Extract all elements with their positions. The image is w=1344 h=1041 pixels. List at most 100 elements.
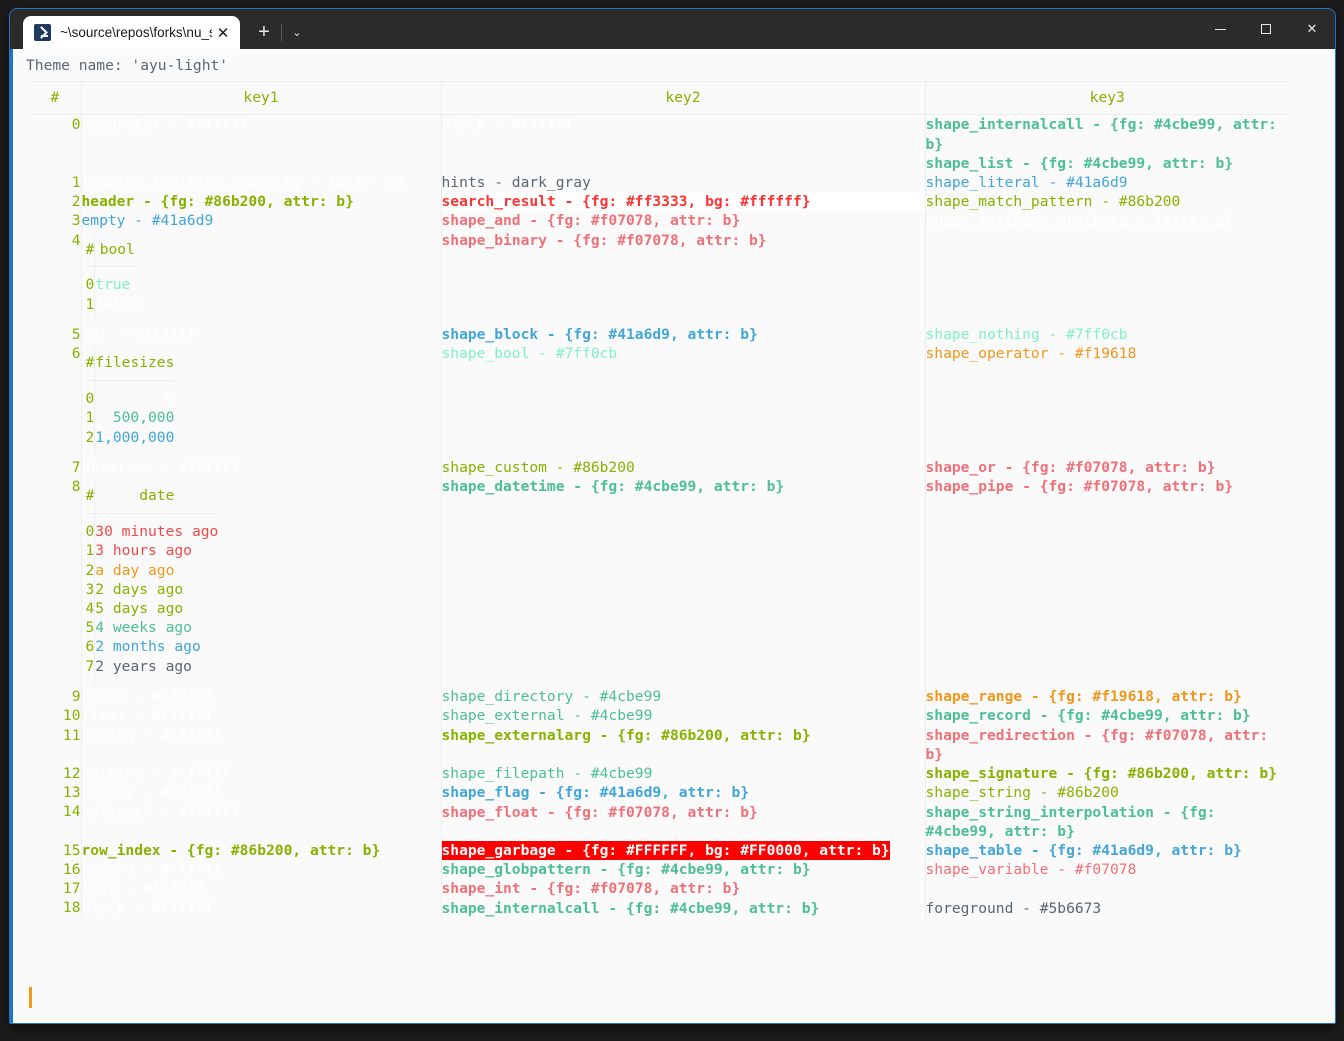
column-header-index: # [29,81,82,116]
nested-row-index: 2 [85,560,96,580]
row-index: 5 [71,326,81,344]
theme-entry: shape_nothing - #7ff0cb [925,326,1128,344]
terminal-tab[interactable]: ~\source\repos\forks\nu_scrip ✕ [23,16,240,49]
row-index: 0 [71,116,81,134]
cell-k3: shape_table - {fg: #41a6d9, attr: b} shap… [925,841,1289,918]
row-index-cell: 9 10 11 [29,687,82,765]
nested-row-value: 2 years ago [95,657,192,675]
nested-row: 2 1,000,000 [85,427,174,447]
minimize-button[interactable] [1197,9,1243,49]
theme-entry: shape_globpattern - {fg: #4cbe99, attr: … [441,861,811,879]
table-row: 7 8 duration - #ffffff # date 0 30 minutes ago… [29,458,1289,688]
nested-table-date: # date 0 30 minutes ago 1 3 hours ago 2 a day a… [84,479,220,686]
column-header-key2: key2 [441,81,926,116]
row-index-cell: 0 [29,114,82,174]
theme-entry: shape_table - {fg: #41a6d9, attr: b} [925,841,1242,859]
theme-entry: block - #ffffff [81,899,214,917]
theme-entry: shape_literal - #41a6d9 [925,174,1128,192]
row-index: 17 [62,880,81,898]
cell-k2: shape_block - {fg: #41a6d9, attr: b} shap… [441,325,926,459]
nested-row-value: 3 hours ago [95,542,192,560]
nested-table-filesizes: # filesizes 0 0 1 500,000 2 1,000,000 [84,346,176,457]
cell-k1: nothing - #ffffff binary - #ffffff cellpat… [81,764,442,841]
close-tab-icon[interactable]: ✕ [212,22,234,44]
nested-row-value: 30 minutes ago [95,523,219,541]
table-row: 9 10 11 range - #ffffff float - #ffffff strin… [29,687,1289,765]
cell-k3: shape_internalcall - {fg: #4cbe99, attr:… [925,115,1289,173]
nested-column-header: # [85,347,96,381]
nested-row-index: 0 [85,275,96,295]
nested-row-value: 5 days ago [95,599,184,617]
theme-entry: shape_filepath - #4cbe99 [441,765,653,783]
new-tab-button[interactable]: + [249,16,279,49]
theme-entry: #4cbe99, attr: b} [925,822,1075,840]
theme-entry: shape_bool - #7ff0cb [441,345,618,363]
theme-entry: record - #ffffff [81,861,223,879]
nested-row: 13 hours ago [85,541,218,561]
theme-entry: shape_int - {fg: #f07078, attr: b} [441,880,741,898]
row-index: 8 [71,478,81,496]
row-index: 15 [62,841,81,859]
cell-k3: shape_literal - #41a6d9 shape_match_patte… [925,173,1289,325]
cell-k3: shape_nothing - #7ff0cb shape_operator - … [925,325,1289,458]
row-index: 4 [71,231,81,249]
terminal-body[interactable]: Theme name: 'ayu-light' # key1 key2 key3… [10,49,1335,1023]
nested-header-row: # date [85,480,219,514]
table-header-row: # key1 key2 key3 [29,81,1289,116]
cell-k1: leading_trailing_space_bg - {attr: n} hea… [81,173,442,326]
nested-row: 0 30 minutes ago [85,522,219,542]
table-row: 1 2 3 4 leading_trailing_space_bg - {attr: n… [29,173,1289,326]
cell-k1: int - #ffffff # filesizes 0 0 1 500,000 2 1,000,… [81,325,442,459]
nested-row-index: 7 [85,656,96,676]
theme-entry: shape_directory - #4cbe99 [441,688,662,706]
cell-k2: shape_custom - #86b200 shape_datetime - {… [441,458,926,688]
theme-entry: shape_match_pattern - #86b200 [925,193,1181,211]
theme-entry: shape_signature - {fg: #86b200, attr: b} [925,765,1277,783]
theme-entry: shape_flag - {fg: #41a6d9, attr: b} [441,784,750,802]
theme-entry: shape_variable - #f07078 [925,861,1137,879]
theme-entry: shape_internalcall - {fg: #4cbe99, attr:… [441,899,820,917]
theme-entry: shape_internalcall - {fg: #4cbe99, attr: [925,116,1277,134]
theme-entry: shape_or - {fg: #f07078, attr: b} [925,459,1216,477]
row-index-cell: 78 [29,458,82,688]
terminal-icon [34,24,51,41]
theme-entry: hints - dark_gray [441,174,591,192]
theme-entry: shape_string - #86b200 [925,784,1119,802]
theme-entry: shape_operator - #f19618 [925,345,1137,363]
nested-row: 00 [85,389,175,409]
theme-entry: float - #ffffff [81,707,214,725]
nested-row-value: 4 weeks ago [95,619,192,637]
theme-entry: shape_custom - #86b200 [441,459,635,477]
theme-entry: shape_string_interpolation - {fg: [925,803,1216,821]
theme-entry: range - #ffffff [81,688,214,706]
nested-row-value: 0 [165,390,175,408]
close-window-button[interactable]: ✕ [1289,9,1335,49]
table-row: 12 13 14 nothing - #ffffff binary - #ffffff c… [29,764,1289,841]
nested-row: 1 500,000 [85,408,174,428]
cell-k2: shape_garbage - {fg: #FFFFFF, bg: #FF000… [441,840,926,918]
nested-column-header: # [85,480,96,514]
theme-entry: shape_matching_brackets - {attr: u} [925,212,1234,230]
row-index: 16 [62,861,81,879]
row-index: 3 [71,212,81,230]
theme-entry: block - #ffffff [441,116,574,134]
row-index: 7 [71,459,81,477]
nested-row-index: 0 [85,522,96,542]
row-index: 10 [62,707,81,725]
nested-row-index: 0 [85,389,96,409]
theme-entry: shape_externalarg - {fg: #86b200, attr: … [441,726,811,744]
theme-entry: shape_binary - {fg: #f07078, attr: b} [441,231,767,249]
table-row: 15 16 17 18 row_index - {fg: #86b200, attr: … [29,840,1289,918]
theme-entry: nothing - #ffffff [81,765,231,783]
theme-entry: header - {fg: #86b200, attr: b} [81,193,354,211]
chevron-down-icon[interactable]: ⌄ [284,16,310,49]
theme-entry: shape_datetime - {fg: #4cbe99, attr: b} [441,478,785,496]
nested-row-index: 2 [85,427,96,447]
row-index: 14 [62,803,81,821]
maximize-button[interactable] [1243,9,1289,49]
theme-entry: foreground - #5b6673 [925,899,1102,917]
cell-k2: block - #ffffff [441,114,926,174]
nested-row: 1 false [85,294,139,314]
nested-row-index: 1 [85,294,96,314]
